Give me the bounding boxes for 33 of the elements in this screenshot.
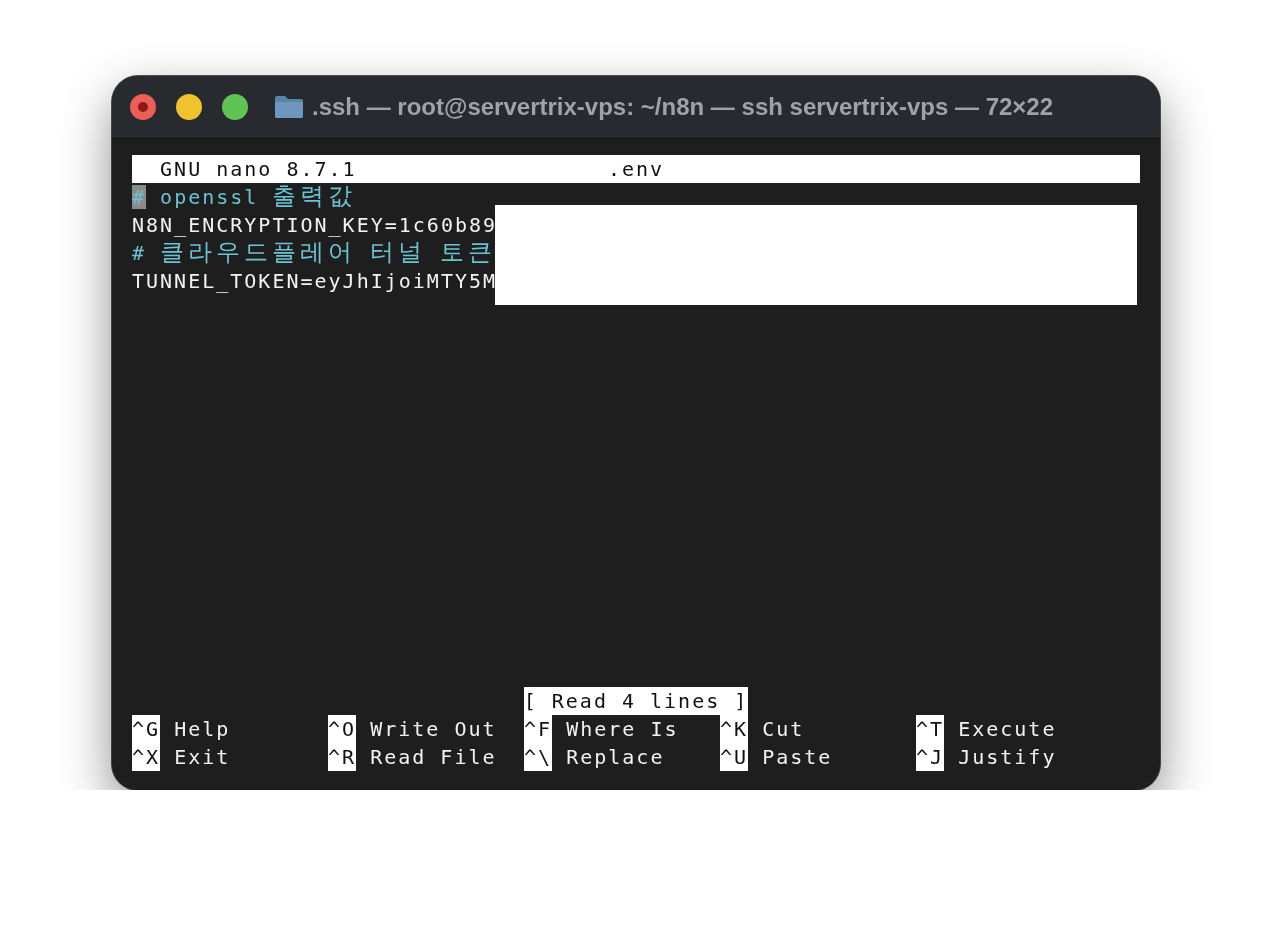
shortcut-key: ^G [132,715,161,743]
shortcut-label: Exit [173,744,231,771]
shortcut-label: Execute [957,716,1057,743]
shortcut-key: ^F [524,715,553,743]
shortcut-label: Paste [761,744,833,771]
comment-line: # openssl 출력값 [132,185,357,209]
comment-line: # 클라우드플레어 터널 토큰 [132,241,497,265]
zoom-button[interactable] [222,94,248,120]
shortcut-label: Justify [957,744,1057,771]
minimize-button[interactable] [176,94,202,120]
shortcut-key: ^R [328,743,357,771]
shortcut-key: ^\ [524,743,553,771]
shortcut-key: ^J [916,743,945,771]
shortcut-key: ^U [720,743,749,771]
shortcut-label: Replace [565,744,665,771]
shortcut-key: ^T [916,715,945,743]
shortcut-label: Cut [761,716,805,743]
close-button[interactable] [130,94,156,120]
shortcut-key: ^O [328,715,357,743]
code-line: N8N_ENCRYPTION_KEY=1c60b89 [132,213,498,237]
shortcut-label: Help [173,716,231,743]
close-icon [138,102,148,112]
code-line: TUNNEL_TOKEN=eyJhIjoiMTY5M [132,269,498,293]
folder-icon [274,95,304,119]
shortcut-label: Read File [369,744,497,771]
window-title: .ssh — root@servertrix-vps: ~/n8n — ssh servertrix-vps — 72×22 [312,93,1054,121]
app-version: GNU nano 8.7.1 [159,156,357,183]
shortcut-label: Write Out [369,716,497,743]
shortcut-key: ^K [720,715,749,743]
shortcut-label: Where Is [565,716,679,743]
file-name: .env [607,156,665,183]
status-message: [ Read 4 lines ] [523,687,749,715]
shortcut-key: ^X [132,743,161,771]
